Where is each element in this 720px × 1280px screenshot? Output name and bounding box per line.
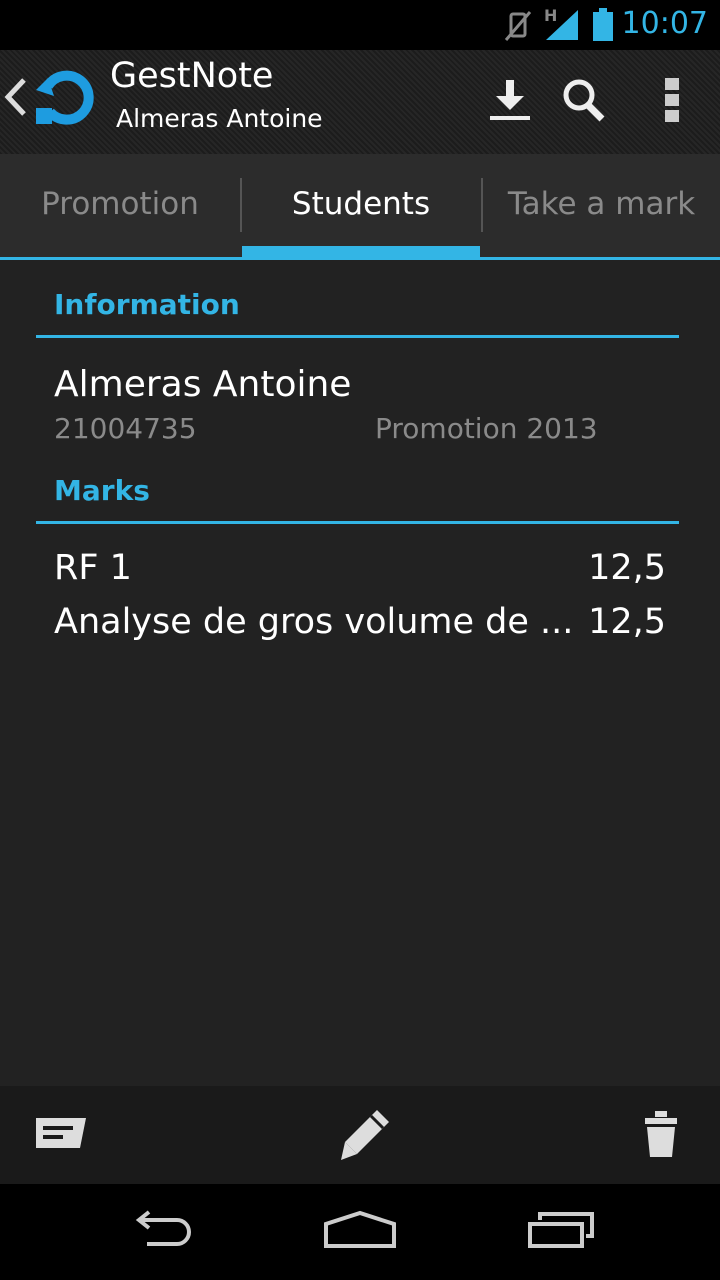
delete-trash-icon	[641, 1109, 681, 1163]
up-navigation-icon[interactable]	[2, 76, 28, 122]
mark-item[interactable]: RF 1 12,5	[54, 548, 666, 598]
bottom-action-bar	[0, 1086, 720, 1184]
battery-icon	[592, 8, 614, 46]
app-title: GestNote	[110, 56, 274, 96]
status-bar: H 10:07	[0, 0, 720, 50]
edit-pencil-icon	[337, 1106, 393, 1166]
back-button[interactable]	[110, 1204, 210, 1260]
information-divider	[36, 335, 679, 338]
recent-apps-button[interactable]	[512, 1204, 612, 1260]
mark-value: 12,5	[588, 602, 666, 642]
mark-item[interactable]: Analyse de gros volume de ... 12,5	[54, 602, 666, 652]
comment-button[interactable]	[26, 1104, 96, 1168]
mark-name: RF 1	[54, 548, 132, 588]
student-id: 21004735	[54, 412, 197, 445]
home-icon	[322, 1210, 398, 1254]
information-header: Information	[54, 288, 240, 321]
tab-selected-indicator	[242, 246, 480, 260]
navigation-bar	[0, 1184, 720, 1280]
overflow-menu-button[interactable]	[642, 72, 702, 132]
app-logo-icon[interactable]	[34, 68, 94, 132]
tab-promotion[interactable]: Promotion	[0, 154, 240, 254]
tab-bar: Promotion Students Take a mark	[0, 154, 720, 260]
mark-name: Analyse de gros volume de ...	[54, 602, 574, 642]
home-button[interactable]	[310, 1204, 410, 1260]
search-button[interactable]	[554, 72, 614, 132]
clock: 10:07	[621, 6, 708, 41]
edit-button[interactable]	[330, 1104, 400, 1168]
student-name: Almeras Antoine	[54, 364, 352, 405]
comment-icon	[34, 1116, 88, 1156]
action-bar: GestNote Almeras Antoine	[0, 50, 720, 154]
action-bar-subtitle: Almeras Antoine	[116, 104, 323, 133]
tab-take-a-mark[interactable]: Take a mark	[483, 154, 720, 254]
tab-students[interactable]: Students	[242, 154, 480, 254]
recent-apps-icon	[526, 1210, 598, 1254]
vibrate-off-icon	[504, 8, 532, 46]
marks-header: Marks	[54, 474, 150, 507]
student-promotion: Promotion 2013	[375, 412, 598, 445]
marks-divider	[36, 521, 679, 524]
delete-button[interactable]	[626, 1104, 696, 1168]
network-type-label: H	[544, 6, 558, 25]
search-icon	[560, 76, 608, 128]
overflow-menu-icon	[662, 76, 682, 128]
download-icon	[486, 76, 534, 128]
mark-value: 12,5	[588, 548, 666, 588]
signal-icon: H	[544, 6, 580, 46]
student-detail: Information Almeras Antoine 21004735 Pro…	[0, 260, 720, 1086]
download-button[interactable]	[480, 72, 540, 132]
back-icon	[125, 1210, 195, 1254]
